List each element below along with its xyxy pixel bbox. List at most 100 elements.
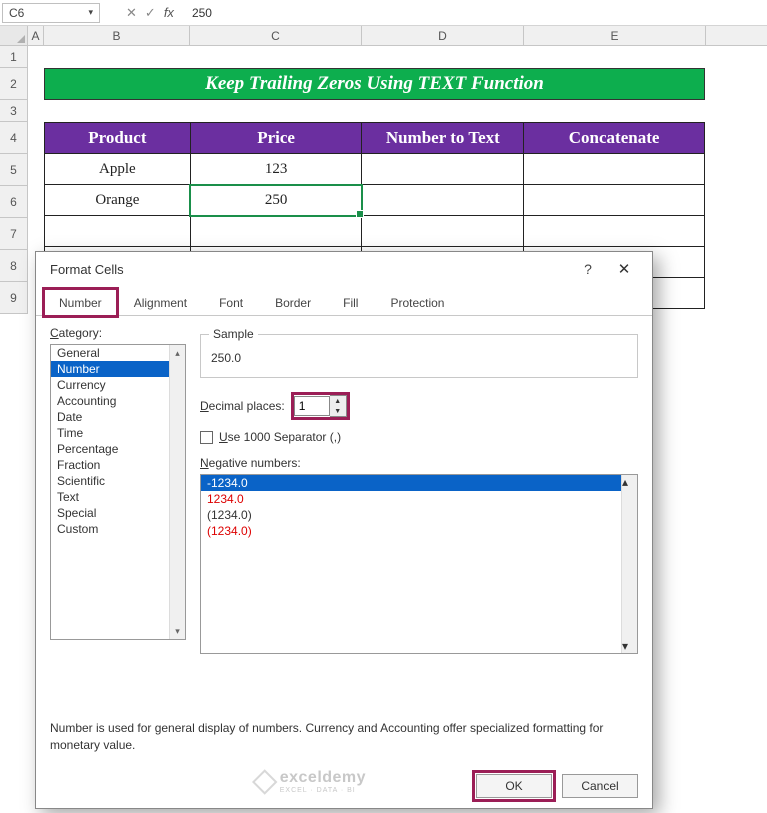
- cell-price-selected[interactable]: 250: [190, 185, 362, 216]
- decimal-places-input[interactable]: [294, 396, 330, 416]
- category-item[interactable]: Percentage: [51, 441, 185, 457]
- cell-n2t[interactable]: [362, 154, 524, 185]
- neg-option[interactable]: (1234.0): [201, 507, 637, 523]
- tab-border[interactable]: Border: [260, 289, 326, 315]
- separator-checkbox[interactable]: [200, 431, 213, 444]
- category-item[interactable]: Accounting: [51, 393, 185, 409]
- tab-number[interactable]: Number: [44, 289, 117, 316]
- decimal-spinner-highlight: ▲ ▼: [291, 392, 350, 420]
- scroll-up-icon[interactable]: ▴: [170, 345, 185, 361]
- negative-numbers-label: Negative numbers:: [200, 456, 638, 470]
- spinner-buttons: ▲ ▼: [330, 395, 347, 417]
- scrollbar[interactable]: ▴ ▾: [169, 345, 185, 639]
- scroll-down-icon[interactable]: ▾: [622, 639, 637, 653]
- formula-bar: C6 ▾ ✕ ✓ fx 250: [0, 0, 767, 26]
- row-header-3[interactable]: 3: [0, 100, 28, 122]
- chevron-down-icon[interactable]: ▾: [88, 7, 93, 18]
- close-icon[interactable]: ✕: [606, 260, 642, 278]
- spin-up-icon[interactable]: ▲: [330, 396, 346, 406]
- dialog-titlebar[interactable]: Format Cells ? ✕: [36, 252, 652, 286]
- row-header-6[interactable]: 6: [0, 186, 28, 218]
- category-item[interactable]: Fraction: [51, 457, 185, 473]
- dialog-footer: OK Cancel: [476, 774, 638, 798]
- category-description: Number is used for general display of nu…: [36, 716, 652, 758]
- neg-option[interactable]: -1234.0: [201, 475, 637, 491]
- category-item[interactable]: Scientific: [51, 473, 185, 489]
- tab-font[interactable]: Font: [204, 289, 258, 315]
- row-header-9[interactable]: 9: [0, 282, 28, 314]
- separator-row: Use 1000 Separator (,): [200, 430, 638, 444]
- formula-bar-icons: ✕ ✓ fx: [126, 5, 174, 21]
- cell-n2t[interactable]: [362, 185, 524, 216]
- ok-button[interactable]: OK: [476, 774, 552, 798]
- category-item[interactable]: Currency: [51, 377, 185, 393]
- category-column: Category: General Number Currency Accoun…: [50, 326, 186, 716]
- table-row: [45, 216, 705, 247]
- row-header-5[interactable]: 5: [0, 154, 28, 186]
- decimal-places-row: Decimal places: ▲ ▼: [200, 392, 638, 420]
- cell-product[interactable]: Orange: [45, 185, 191, 216]
- category-item[interactable]: General: [51, 345, 185, 361]
- watermark-brand: exceldemy: [280, 769, 366, 787]
- scrollbar[interactable]: ▴ ▾: [621, 475, 637, 653]
- tab-fill[interactable]: Fill: [328, 289, 373, 315]
- row-header-7[interactable]: 7: [0, 218, 28, 250]
- category-item[interactable]: Special: [51, 505, 185, 521]
- header-concat[interactable]: Concatenate: [524, 123, 705, 154]
- name-box[interactable]: C6 ▾: [2, 3, 100, 23]
- row-header-2[interactable]: 2: [0, 68, 28, 100]
- negative-numbers-list[interactable]: -1234.0 1234.0 (1234.0) (1234.0) ▴ ▾: [200, 474, 638, 654]
- cell-price[interactable]: 123: [190, 154, 362, 185]
- decimal-places-label: Decimal places:: [200, 399, 285, 413]
- table-row: Apple 123: [45, 154, 705, 185]
- neg-option[interactable]: (1234.0): [201, 523, 637, 539]
- dialog-tabs: Number Alignment Font Border Fill Protec…: [36, 286, 652, 316]
- header-price[interactable]: Price: [190, 123, 362, 154]
- category-item[interactable]: Time: [51, 425, 185, 441]
- neg-option[interactable]: 1234.0: [201, 491, 637, 507]
- row-header-8[interactable]: 8: [0, 250, 28, 282]
- row-headers: 1 2 3 4 5 6 7 8 9: [0, 46, 28, 314]
- spin-down-icon[interactable]: ▼: [330, 406, 346, 416]
- cell-concat[interactable]: [524, 154, 705, 185]
- row-header-1[interactable]: 1: [0, 46, 28, 68]
- category-label: Category:: [50, 326, 186, 340]
- cancel-button[interactable]: Cancel: [562, 774, 638, 798]
- format-cells-dialog: Format Cells ? ✕ Number Alignment Font B…: [35, 251, 653, 809]
- row-header-4[interactable]: 4: [0, 122, 28, 154]
- dialog-body: Category: General Number Currency Accoun…: [36, 316, 652, 716]
- scroll-down-icon[interactable]: ▾: [170, 623, 185, 639]
- tab-alignment[interactable]: Alignment: [119, 289, 202, 315]
- tab-protection[interactable]: Protection: [375, 289, 459, 315]
- category-list[interactable]: General Number Currency Accounting Date …: [50, 344, 186, 640]
- header-n2t[interactable]: Number to Text: [362, 123, 524, 154]
- column-headers: A B C D E: [0, 26, 767, 46]
- col-header-C[interactable]: C: [190, 26, 362, 45]
- fx-icon[interactable]: fx: [164, 5, 174, 20]
- separator-label: Use 1000 Separator (,): [219, 430, 341, 444]
- category-item[interactable]: Text: [51, 489, 185, 505]
- header-product[interactable]: Product: [45, 123, 191, 154]
- help-icon[interactable]: ?: [570, 261, 606, 277]
- cancel-icon[interactable]: ✕: [126, 5, 137, 21]
- watermark-logo-icon: [252, 769, 277, 794]
- col-header-B[interactable]: B: [44, 26, 190, 45]
- scroll-up-icon[interactable]: ▴: [622, 475, 637, 489]
- confirm-icon[interactable]: ✓: [145, 5, 156, 21]
- sample-box: Sample 250.0: [200, 334, 638, 378]
- watermark-tagline: EXCEL · DATA · BI: [280, 787, 366, 794]
- col-header-E[interactable]: E: [524, 26, 706, 45]
- col-header-A[interactable]: A: [28, 26, 44, 45]
- category-item[interactable]: Date: [51, 409, 185, 425]
- header-row: Product Price Number to Text Concatenate: [45, 123, 705, 154]
- col-header-D[interactable]: D: [362, 26, 524, 45]
- sheet-title: Keep Trailing Zeros Using TEXT Function: [44, 68, 705, 100]
- sample-label: Sample: [209, 327, 258, 341]
- category-item[interactable]: Custom: [51, 521, 185, 537]
- category-item-selected[interactable]: Number: [51, 361, 185, 377]
- watermark: exceldemy EXCEL · DATA · BI: [256, 769, 366, 794]
- cell-product[interactable]: Apple: [45, 154, 191, 185]
- select-all-corner[interactable]: [0, 26, 28, 45]
- cell-concat[interactable]: [524, 185, 705, 216]
- formula-input[interactable]: 250: [184, 6, 765, 20]
